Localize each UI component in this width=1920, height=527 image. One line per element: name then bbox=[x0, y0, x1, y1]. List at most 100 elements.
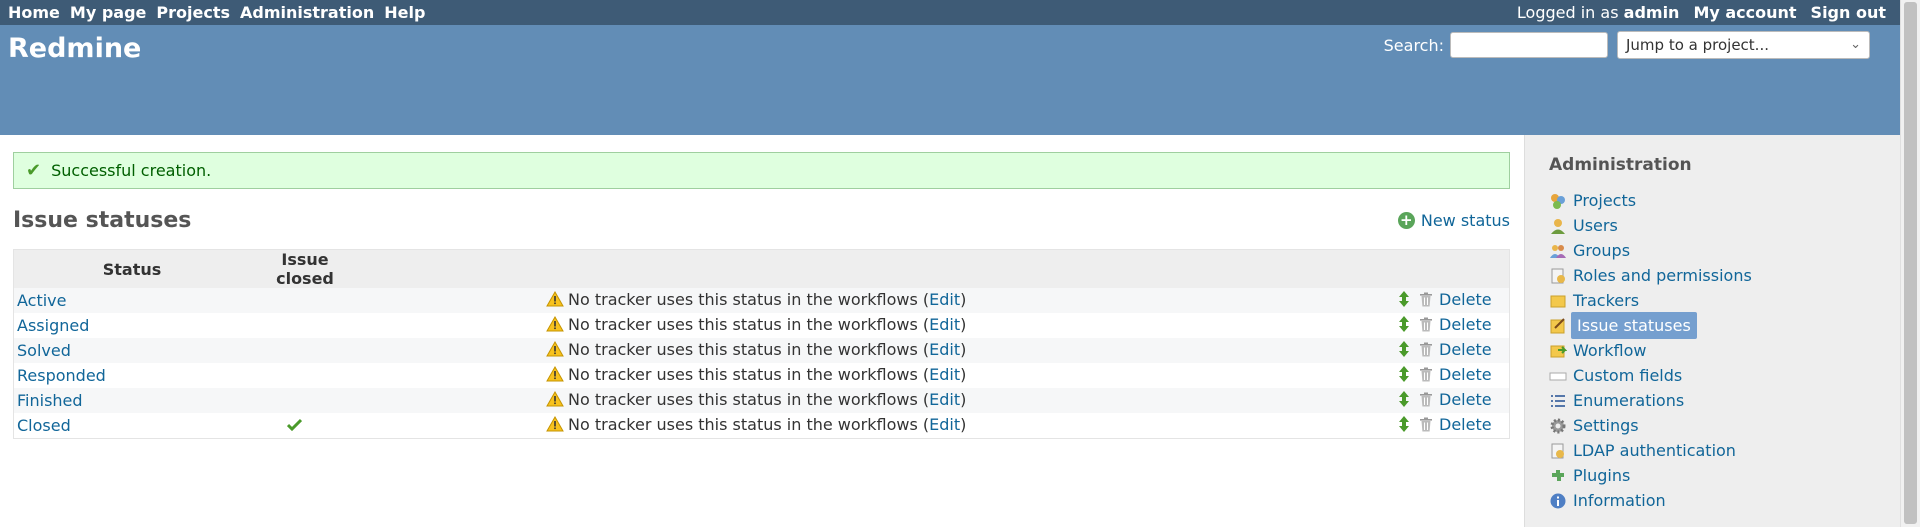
sidebar-item-groups[interactable]: Groups bbox=[1549, 238, 1752, 263]
flash-message: Successful creation. bbox=[51, 161, 212, 180]
workflow-warning-cell: No tracker uses this status in the workf… bbox=[360, 363, 1389, 388]
reorder-handle-icon[interactable] bbox=[1398, 315, 1410, 333]
sidebar-item-settings[interactable]: Settings bbox=[1549, 413, 1752, 438]
app-title[interactable]: Redmine bbox=[8, 33, 141, 64]
workflow-warning-cell: No tracker uses this status in the workf… bbox=[360, 288, 1389, 313]
top-menu-item-projects[interactable]: Projects bbox=[156, 3, 230, 22]
sidebar-item-roles-and-permissions[interactable]: Roles and permissions bbox=[1549, 263, 1752, 288]
sidebar-item-enumerations[interactable]: Enumerations bbox=[1549, 388, 1752, 413]
edit-workflow-link[interactable]: Edit bbox=[929, 415, 960, 434]
reorder-handle-icon[interactable] bbox=[1398, 365, 1410, 383]
gear-icon bbox=[1549, 417, 1567, 435]
delete-label[interactable]: Delete bbox=[1439, 415, 1492, 434]
edit-workflow-link[interactable]: Edit bbox=[929, 365, 960, 384]
sidebar-item-plugins[interactable]: Plugins bbox=[1549, 463, 1752, 488]
warning-text: No tracker uses this status in the workf… bbox=[568, 389, 930, 409]
scrollbar-thumb[interactable] bbox=[1904, 2, 1917, 524]
sidebar-item-workflow[interactable]: Workflow bbox=[1549, 338, 1752, 363]
logged-in-text: Logged in as admin bbox=[1517, 3, 1680, 22]
delete-button[interactable]: Delete bbox=[1419, 390, 1492, 409]
workflow-icon bbox=[1549, 342, 1567, 360]
reorder-handle-icon[interactable] bbox=[1398, 290, 1410, 308]
reorder-handle-icon[interactable] bbox=[1398, 390, 1410, 408]
status-name-cell: Finished bbox=[13, 388, 250, 413]
table-row: Finished No tracker uses this status in t… bbox=[13, 388, 1510, 413]
delete-button[interactable]: Delete bbox=[1419, 365, 1492, 384]
sidebar-item-trackers[interactable]: Trackers bbox=[1549, 288, 1752, 313]
sidebar-item-label[interactable]: Roles and permissions bbox=[1573, 263, 1752, 288]
top-menu-item-sign-out[interactable]: Sign out bbox=[1811, 3, 1886, 22]
top-menu-item-administration[interactable]: Administration bbox=[240, 3, 374, 22]
reorder-handle-icon[interactable] bbox=[1398, 415, 1410, 433]
status-link[interactable]: Finished bbox=[17, 391, 83, 410]
reorder-handle-icon[interactable] bbox=[1398, 340, 1410, 358]
main-content: ✔ Successful creation. Issue statuses + … bbox=[0, 135, 1524, 527]
delete-button[interactable]: Delete bbox=[1419, 290, 1492, 309]
chevron-down-icon: ⌄ bbox=[1850, 37, 1861, 52]
vertical-scrollbar[interactable] bbox=[1900, 0, 1920, 527]
warning-text: No tracker uses this status in the workf… bbox=[568, 289, 930, 309]
edit-workflow-link[interactable]: Edit bbox=[929, 390, 960, 409]
sidebar-title: Administration bbox=[1549, 155, 1692, 175]
status-link[interactable]: Assigned bbox=[17, 316, 89, 335]
warning-text: No tracker uses this status in the workf… bbox=[568, 314, 930, 334]
checkmark-icon: ✔ bbox=[26, 160, 42, 181]
issue-closed-cell bbox=[250, 313, 360, 338]
sidebar-item-label[interactable]: Trackers bbox=[1573, 288, 1639, 313]
search-input[interactable] bbox=[1450, 32, 1608, 58]
sidebar-item-label[interactable]: Workflow bbox=[1573, 338, 1646, 363]
status-name-cell: Responded bbox=[13, 363, 250, 388]
sidebar-item-label[interactable]: Plugins bbox=[1573, 463, 1630, 488]
sidebar-item-label[interactable]: Issue statuses bbox=[1571, 312, 1697, 339]
sidebar-item-information[interactable]: Information bbox=[1549, 488, 1752, 513]
sidebar-item-issue-statuses[interactable]: Issue statuses bbox=[1549, 312, 1752, 339]
sidebar-item-label[interactable]: Enumerations bbox=[1573, 388, 1684, 413]
delete-label[interactable]: Delete bbox=[1439, 290, 1492, 309]
sidebar-item-label[interactable]: Custom fields bbox=[1573, 363, 1682, 388]
buttons-cell: Delete bbox=[1419, 388, 1510, 413]
sidebar-item-label[interactable]: Groups bbox=[1573, 238, 1630, 263]
sidebar-item-users[interactable]: Users bbox=[1549, 213, 1752, 238]
status-link[interactable]: Closed bbox=[17, 416, 71, 435]
tracker-icon bbox=[1549, 292, 1567, 310]
sidebar-item-label[interactable]: Users bbox=[1573, 213, 1618, 238]
delete-button[interactable]: Delete bbox=[1419, 340, 1492, 359]
group-icon bbox=[1549, 242, 1567, 260]
warning-text: No tracker uses this status in the workf… bbox=[568, 339, 930, 359]
status-link[interactable]: Solved bbox=[17, 341, 71, 360]
edit-workflow-link[interactable]: Edit bbox=[929, 290, 960, 309]
top-menu-item-my-page[interactable]: My page bbox=[70, 3, 146, 22]
project-jump-select[interactable]: Jump to a project... ⌄ bbox=[1617, 31, 1870, 59]
status-link[interactable]: Responded bbox=[17, 366, 106, 385]
sidebar-item-projects[interactable]: Projects bbox=[1549, 188, 1752, 213]
sidebar-item-label[interactable]: Settings bbox=[1573, 413, 1639, 438]
sidebar-item-custom-fields[interactable]: Custom fields bbox=[1549, 363, 1752, 388]
sidebar-item-label[interactable]: Projects bbox=[1573, 188, 1636, 213]
warning-suffix: ) bbox=[960, 289, 967, 309]
top-menu-item-my-account[interactable]: My account bbox=[1693, 3, 1796, 22]
edit-workflow-link[interactable]: Edit bbox=[929, 340, 960, 359]
edit-workflow-link[interactable]: Edit bbox=[929, 315, 960, 334]
new-status-label[interactable]: New status bbox=[1421, 211, 1510, 230]
status-name-cell: Active bbox=[13, 288, 250, 313]
delete-label[interactable]: Delete bbox=[1439, 340, 1492, 359]
new-status-link[interactable]: + New status bbox=[1397, 211, 1510, 230]
sidebar-item-label[interactable]: LDAP authentication bbox=[1573, 438, 1736, 463]
column-header-issue-closed: Issue closed bbox=[250, 249, 360, 288]
delete-label[interactable]: Delete bbox=[1439, 365, 1492, 384]
table-row: Assigned No tracker uses this status in t… bbox=[13, 313, 1510, 338]
reorder-cell bbox=[1389, 288, 1419, 313]
delete-button[interactable]: Delete bbox=[1419, 315, 1492, 334]
top-menu-item-home[interactable]: Home bbox=[8, 3, 60, 22]
delete-label[interactable]: Delete bbox=[1439, 315, 1492, 334]
status-link[interactable]: Active bbox=[17, 291, 67, 310]
sidebar-item-label[interactable]: Information bbox=[1573, 488, 1666, 513]
user-link[interactable]: admin bbox=[1624, 3, 1680, 22]
table-row: Active No tracker uses this status in the… bbox=[13, 288, 1510, 313]
page-title: Issue statuses bbox=[13, 208, 192, 233]
delete-button[interactable]: Delete bbox=[1419, 415, 1492, 434]
sidebar-item-ldap-authentication[interactable]: LDAP authentication bbox=[1549, 438, 1752, 463]
top-menu-item-help[interactable]: Help bbox=[384, 3, 425, 22]
delete-label[interactable]: Delete bbox=[1439, 390, 1492, 409]
plugin-icon bbox=[1549, 467, 1567, 485]
